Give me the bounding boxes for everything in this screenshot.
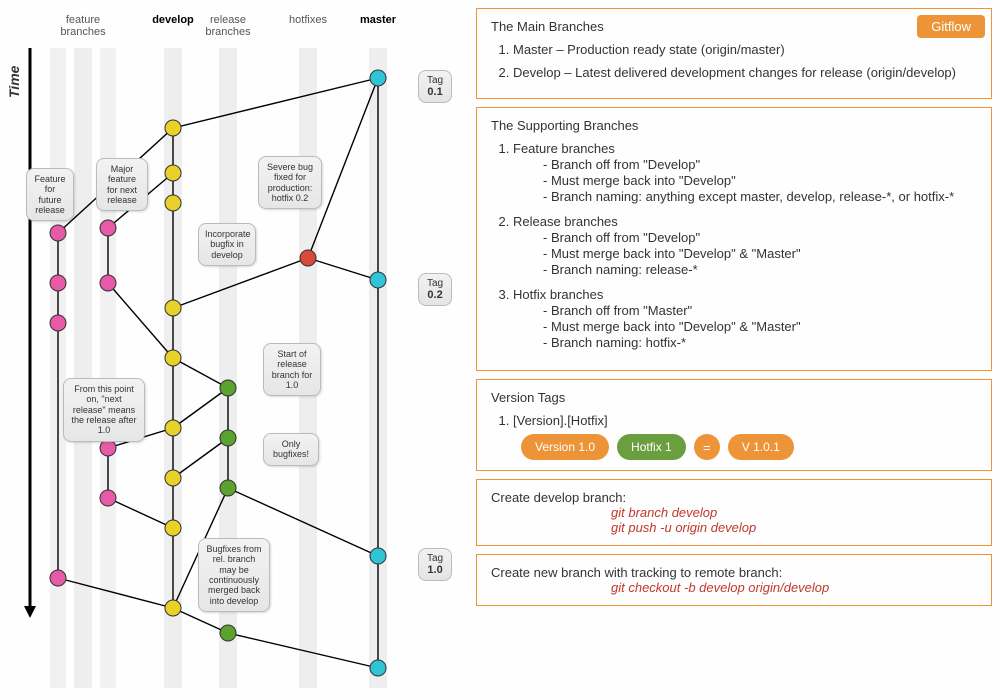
version-badge: Version 1.0 <box>521 434 609 460</box>
create-develop-box: Create develop branch: git branch develo… <box>476 479 992 546</box>
commit-node <box>100 490 116 506</box>
equals-icon: = <box>694 434 720 460</box>
commit-node <box>165 350 181 366</box>
supporting-group: Feature branches- Branch off from "Devel… <box>513 141 977 204</box>
main-branches-box: Gitflow The Main Branches Master – Produ… <box>476 8 992 99</box>
callout: Severe bug fixed for production: hotfix … <box>258 156 322 209</box>
gitflow-badge: Gitflow <box>917 15 985 38</box>
info-panels: Gitflow The Main Branches Master – Produ… <box>468 8 992 692</box>
commit-node <box>370 548 386 564</box>
commit-node <box>165 420 181 436</box>
git-command: git push -u origin develop <box>491 520 977 535</box>
commit-node <box>165 120 181 136</box>
supporting-branches-box: The Supporting Branches Feature branches… <box>476 107 992 371</box>
result-badge: V 1.0.1 <box>728 434 794 460</box>
lane-label-develop: develop <box>143 14 203 26</box>
supporting-point: - Branch off from "Master" <box>543 303 977 318</box>
supporting-point: - Branch naming: release-* <box>543 262 977 277</box>
version-tags-title: Version Tags <box>491 390 977 405</box>
main-branch-item: Develop – Latest delivered development c… <box>513 65 977 80</box>
main-branch-item: Master – Production ready state (origin/… <box>513 42 977 57</box>
commit-node <box>50 315 66 331</box>
tag-label: Tag0.2 <box>418 273 452 306</box>
callout: Bugfixes from rel. branch may be continu… <box>198 538 270 612</box>
commit-node <box>220 625 236 641</box>
cmd2-title: Create new branch with tracking to remot… <box>491 565 977 580</box>
commit-node <box>370 272 386 288</box>
tag-label: Tag1.0 <box>418 548 452 581</box>
hotfix-badge: Hotfix 1 <box>617 434 686 460</box>
commit-node <box>220 480 236 496</box>
tag-label: Tag0.1 <box>418 70 452 103</box>
commit-node <box>165 165 181 181</box>
commit-node <box>100 220 116 236</box>
callout: Major feature for next release <box>96 158 148 211</box>
lane-label-hotfixes: hotfixes <box>278 14 338 26</box>
callout: Feature for future release <box>26 168 74 221</box>
commit-node <box>100 440 116 456</box>
commit-node <box>165 470 181 486</box>
commit-node <box>165 195 181 211</box>
supporting-point: - Branch off from "Develop" <box>543 230 977 245</box>
git-command: git checkout -b develop origin/develop <box>491 580 977 595</box>
commit-node <box>220 380 236 396</box>
create-tracking-box: Create new branch with tracking to remot… <box>476 554 992 606</box>
git-command: git branch develop <box>491 505 977 520</box>
commit-node <box>370 660 386 676</box>
commit-node <box>50 570 66 586</box>
lane-label-release: release branches <box>198 14 258 38</box>
callout: Only bugfixes! <box>263 433 319 466</box>
supporting-point: - Branch off from "Develop" <box>543 157 977 172</box>
lane-label-master: master <box>348 14 408 26</box>
commit-node <box>220 430 236 446</box>
commit-node <box>300 250 316 266</box>
supporting-point: - Must merge back into "Develop" <box>543 173 977 188</box>
supporting-point: - Must merge back into "Develop" & "Mast… <box>543 319 977 334</box>
supporting-point: - Branch naming: hotfix-* <box>543 335 977 350</box>
main-branches-title: The Main Branches <box>491 19 977 34</box>
commit-node <box>165 600 181 616</box>
cmd1-title: Create develop branch: <box>491 490 977 505</box>
commit-node <box>165 520 181 536</box>
commit-node <box>50 275 66 291</box>
supporting-group: Release branches- Branch off from "Devel… <box>513 214 977 277</box>
version-format: [Version].[Hotfix] <box>513 413 977 428</box>
supporting-title: The Supporting Branches <box>491 118 977 133</box>
commit-node <box>50 225 66 241</box>
supporting-point: - Must merge back into "Develop" & "Mast… <box>543 246 977 261</box>
supporting-point: - Branch naming: anything except master,… <box>543 189 977 204</box>
supporting-group: Hotfix branches- Branch off from "Master… <box>513 287 977 350</box>
callout: From this point on, "next release" means… <box>63 378 145 442</box>
commit-node <box>100 275 116 291</box>
callout: Start of release branch for 1.0 <box>263 343 321 396</box>
commit-node <box>370 70 386 86</box>
lane-label-feature: feature branches <box>53 14 113 38</box>
version-tags-box: Version Tags [Version].[Hotfix] Version … <box>476 379 992 471</box>
callout: Incorporate bugfix in develop <box>198 223 256 266</box>
commit-node <box>165 300 181 316</box>
gitflow-diagram: Time feature branchesdeveloprelease bran… <box>8 8 468 692</box>
